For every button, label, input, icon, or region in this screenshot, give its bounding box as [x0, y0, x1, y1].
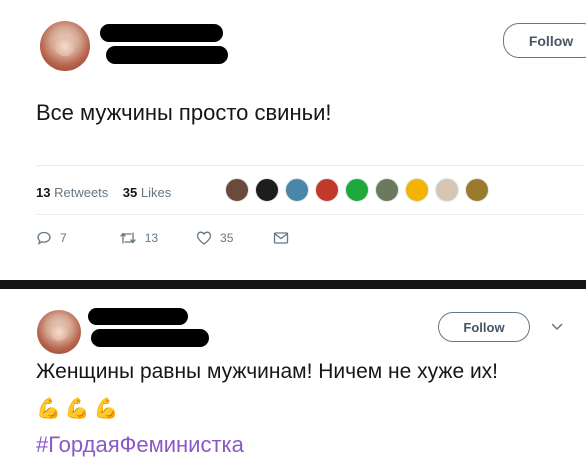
tweet-card-1: Follow Все мужчины просто свиньи! 13 Ret…: [0, 0, 586, 280]
liker-avatar[interactable]: [435, 178, 459, 202]
liker-avatars: [225, 178, 489, 202]
chevron-down-icon[interactable]: [544, 314, 570, 340]
envelope-icon: [274, 232, 289, 244]
like-count: 35: [220, 231, 234, 245]
liker-avatar[interactable]: [315, 178, 339, 202]
divider: [36, 214, 584, 215]
tweet-actions: 7 13 35: [36, 230, 289, 246]
flexed-biceps-icon: 💪: [93, 398, 119, 420]
reply-count: 7: [60, 231, 67, 245]
follow-button[interactable]: Follow: [438, 312, 530, 342]
likes-stat[interactable]: 35 Likes: [123, 185, 171, 200]
retweet-icon: [120, 232, 136, 244]
redacted-username: [91, 329, 209, 347]
liker-avatar[interactable]: [255, 178, 279, 202]
tweet-text: Все мужчины просто свиньи!: [36, 100, 332, 125]
liker-avatar[interactable]: [405, 178, 429, 202]
follow-button[interactable]: Follow: [503, 23, 586, 58]
liker-avatar[interactable]: [465, 178, 489, 202]
liker-avatar[interactable]: [285, 178, 309, 202]
redacted-display-name: [88, 308, 188, 325]
liker-avatar[interactable]: [375, 178, 399, 202]
avatar[interactable]: [37, 310, 81, 354]
hashtag-link[interactable]: #ГордаяФеминистка: [36, 432, 244, 458]
reply-action[interactable]: 7: [36, 230, 67, 246]
heart-icon: [196, 231, 212, 245]
liker-avatar[interactable]: [345, 178, 369, 202]
redacted-username: [106, 46, 228, 64]
emoji-row: 💪 💪 💪: [36, 396, 119, 421]
engagement-counts: 13 Retweets 35 Likes: [36, 185, 171, 200]
flexed-biceps-icon: 💪: [36, 398, 61, 420]
tweet-text: Женщины равны мужчинам! Ничем не хуже их…: [36, 360, 499, 383]
message-action[interactable]: [273, 230, 289, 246]
flexed-biceps-icon: 💪: [64, 398, 90, 420]
retweet-action[interactable]: 13: [119, 230, 158, 246]
retweet-count: 13: [144, 231, 159, 245]
avatar[interactable]: [40, 21, 90, 71]
redacted-display-name: [100, 24, 223, 42]
liker-avatar[interactable]: [225, 178, 249, 202]
reply-icon: [37, 231, 51, 245]
tweet-separator: [0, 280, 586, 289]
retweets-stat[interactable]: 13 Retweets: [36, 185, 108, 200]
like-action[interactable]: 35: [196, 230, 233, 246]
divider: [36, 165, 584, 166]
